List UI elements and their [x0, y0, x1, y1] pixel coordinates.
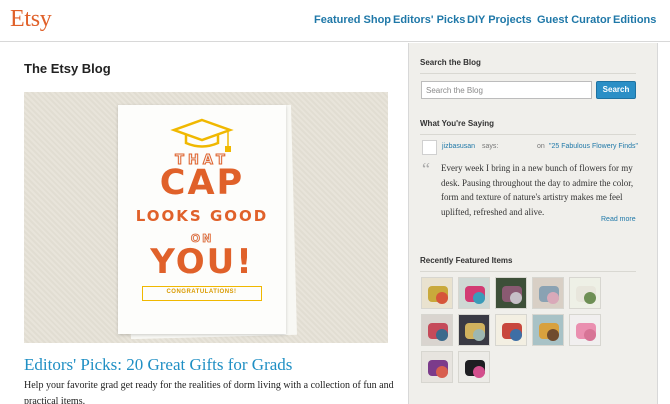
nav-guest-curator[interactable]: Guest Curator — [537, 14, 611, 26]
fabric-bundle-thumbnail[interactable] — [532, 277, 564, 309]
card-text-looks-good: LOOKS GOOD — [135, 207, 269, 225]
nav-editors-picks[interactable]: Editors' Picks — [393, 14, 465, 26]
garland-thumbnail[interactable] — [421, 277, 453, 309]
commented-post-link[interactable]: "25 Fabulous Flowery Finds" — [549, 143, 638, 150]
pink-cup-thumbnail[interactable] — [569, 314, 601, 346]
read-more-link[interactable]: Read more — [601, 216, 636, 223]
bracelets-thumbnail[interactable] — [421, 314, 453, 346]
straws-thumbnail[interactable] — [458, 351, 490, 383]
commenter-avatar — [422, 140, 437, 155]
congratulations-banner: CONGRATULATIONS! — [142, 286, 262, 301]
etsy-logo[interactable]: Etsy — [10, 6, 52, 33]
says-label: says: — [482, 143, 499, 150]
garden-scene-thumbnail[interactable] — [495, 277, 527, 309]
search-heading: Search the Blog — [420, 58, 636, 74]
purple-shirt-thumbnail[interactable] — [421, 351, 453, 383]
main-content: The Etsy Blog THAT CAP LOOKS GOOD ON YOU… — [0, 43, 408, 404]
card-text-cap: CAP — [159, 163, 245, 203]
graduation-cap-icon — [170, 118, 234, 152]
banner-text: CONGRATULATIONS! — [166, 289, 237, 295]
figurine-thumbnail[interactable] — [532, 314, 564, 346]
featured-items-heading: Recently Featured Items — [420, 256, 636, 272]
hero-image[interactable]: THAT CAP LOOKS GOOD ON YOU! CONGRATULATI… — [24, 92, 388, 343]
nav-diy-projects[interactable]: DIY Projects — [467, 14, 532, 26]
sidebar: Search the Blog Search What You're Sayin… — [408, 43, 658, 404]
nav-featured-shop[interactable]: Featured Shop — [314, 14, 391, 26]
commenter-name-link[interactable]: jizbasusan — [442, 143, 475, 150]
blog-title: The Etsy Blog — [24, 61, 111, 76]
vase-thumbnail[interactable] — [569, 277, 601, 309]
card-text-you: YOU! — [150, 242, 254, 282]
search-button[interactable]: Search — [596, 81, 636, 99]
search-input[interactable] — [421, 81, 592, 99]
top-navigation-bar: Etsy Featured Shop Editors' Picks DIY Pr… — [0, 0, 670, 42]
nav-editions[interactable]: Editions — [613, 14, 656, 26]
on-label: on — [537, 143, 545, 150]
notepad-thumbnail[interactable] — [495, 314, 527, 346]
comment-text: Every week I bring in a new bunch of flo… — [441, 163, 634, 217]
post-excerpt: Help your favorite grad get ready for th… — [24, 380, 394, 404]
quote-icon: “ — [422, 159, 430, 179]
comments-heading: What You're Saying — [420, 119, 636, 135]
greeting-card: THAT CAP LOOKS GOOD ON YOU! CONGRATULATI… — [118, 105, 286, 334]
crochet-squares-thumbnail[interactable] — [458, 277, 490, 309]
post-title-link[interactable]: Editors' Picks: 20 Great Gifts for Grads — [24, 355, 292, 375]
yarn-thumbnail[interactable] — [458, 314, 490, 346]
